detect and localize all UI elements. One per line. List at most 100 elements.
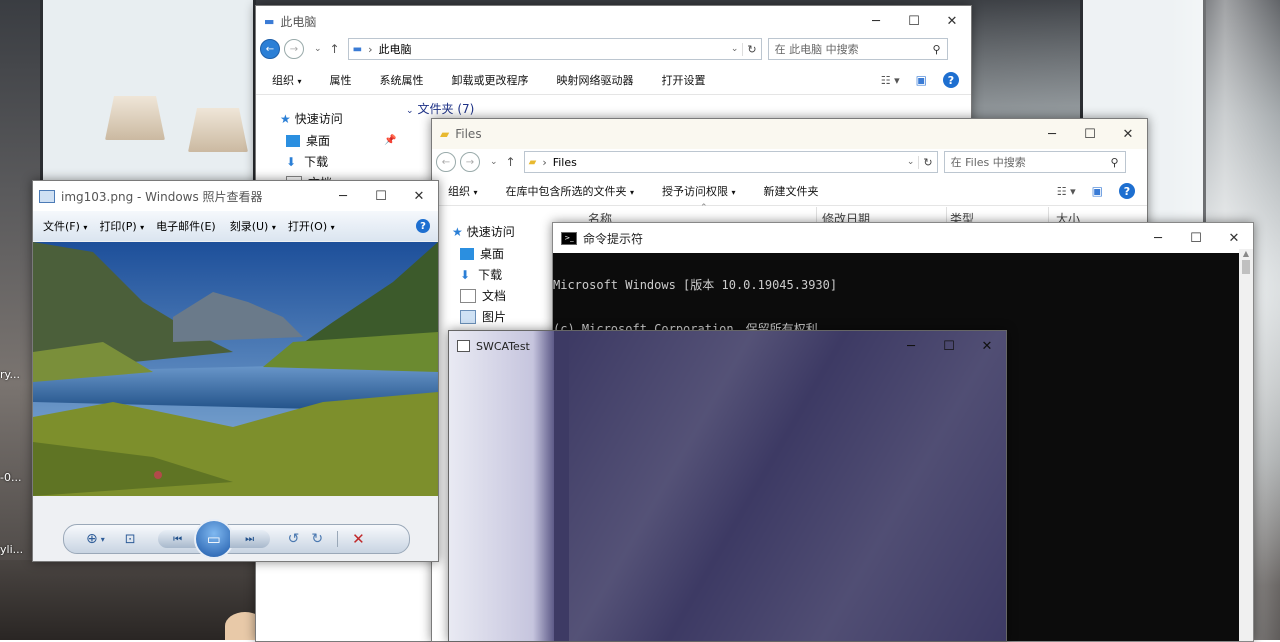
- close-button[interactable]: ✕: [1109, 119, 1147, 149]
- chevron-down-icon[interactable]: ⌄: [907, 157, 915, 167]
- title-bar[interactable]: SWCATest ─ ☐ ✕: [449, 331, 1006, 361]
- back-arrow-icon[interactable]: ←: [260, 39, 280, 59]
- refresh-icon[interactable]: ↻: [742, 42, 757, 56]
- search-placeholder: 在 Files 中搜索: [950, 156, 1026, 169]
- computer-icon: ▬: [352, 43, 363, 55]
- minimize-button[interactable]: ─: [1033, 119, 1071, 149]
- folder-icon: ▰: [440, 127, 450, 141]
- close-button[interactable]: ✕: [968, 331, 1006, 361]
- nav-label: 桌面: [480, 247, 505, 261]
- menu-email[interactable]: 电子邮件(E): [156, 218, 216, 234]
- nav-item-quick-access[interactable]: ★ 快速访问: [280, 110, 343, 127]
- address-bar[interactable]: ▬ › 此电脑 ⌄ ↻: [347, 38, 762, 60]
- picture-icon: [460, 309, 476, 324]
- up-arrow-icon[interactable]: ↑: [330, 42, 340, 56]
- nav-item-desktop[interactable]: 桌面: [460, 245, 504, 262]
- preview-pane-icon[interactable]: ▣: [1092, 184, 1103, 198]
- ribbon-open-settings[interactable]: 打开设置: [648, 72, 720, 88]
- search-input[interactable]: 在 Files 中搜索 ⚲: [943, 151, 1126, 173]
- wallpaper-lamp: [105, 96, 165, 140]
- up-arrow-icon[interactable]: ↑: [506, 155, 516, 169]
- image-preview: [33, 242, 438, 496]
- scroll-up-icon[interactable]: ▲: [1239, 249, 1253, 258]
- view-options-icon[interactable]: ☷ ▾: [881, 74, 900, 87]
- search-input[interactable]: 在 此电脑 中搜索 ⚲: [767, 38, 948, 60]
- nav-label: 图片: [482, 310, 507, 324]
- rotate-left-icon[interactable]: ↺: [288, 531, 300, 547]
- title-bar[interactable]: ▬ 此电脑 ─ ☐ ✕: [256, 6, 971, 36]
- address-bar[interactable]: ▰ › Files ⌄ ↻: [523, 151, 938, 173]
- menu-label: 打开(O): [287, 220, 328, 233]
- ribbon-system-properties[interactable]: 系统属性: [366, 72, 438, 88]
- maximize-button[interactable]: ☐: [895, 6, 933, 36]
- nav-item-pictures[interactable]: 图片: [460, 308, 506, 325]
- forward-arrow-icon[interactable]: →: [284, 39, 304, 59]
- menu-open[interactable]: 打开(O) ▾: [288, 218, 335, 234]
- window-title: SWCATest: [476, 339, 530, 353]
- ribbon-organize[interactable]: 组织 ▾: [434, 183, 492, 199]
- slideshow-icon[interactable]: ▭: [193, 519, 234, 559]
- ribbon-uninstall[interactable]: 卸载或更改程序: [438, 72, 543, 88]
- acrylic-overlay: [569, 331, 1006, 641]
- folders-section-header[interactable]: ⌄ 文件夹 (7): [406, 100, 474, 117]
- nav-item-downloads[interactable]: ⬇ 下载: [286, 153, 328, 170]
- ribbon-include-in-library[interactable]: 在库中包含所选的文件夹 ▾: [492, 183, 649, 199]
- preview-pane-icon[interactable]: ▣: [916, 73, 927, 87]
- rotate-right-icon[interactable]: ↻: [311, 531, 323, 547]
- nav-item-documents[interactable]: 文档: [460, 287, 506, 304]
- vertical-scrollbar[interactable]: ▲: [1239, 249, 1253, 641]
- menu-print[interactable]: 打印(P) ▾: [99, 218, 144, 234]
- terminal-line: Microsoft Windows [版本 10.0.19045.3930]: [553, 278, 838, 292]
- menu-burn[interactable]: 刻录(U) ▾: [230, 218, 276, 234]
- forward-arrow-icon[interactable]: →: [460, 152, 480, 172]
- help-icon[interactable]: ?: [416, 219, 430, 233]
- nav-label: 桌面: [306, 134, 331, 148]
- desktop-icon-label[interactable]: yli...: [0, 543, 23, 556]
- chevron-down-icon[interactable]: ⌄: [490, 157, 498, 167]
- minimize-button[interactable]: ─: [324, 181, 362, 211]
- previous-icon[interactable]: ⏮: [157, 530, 198, 548]
- ribbon-share-with[interactable]: 授予访问权限 ▾: [648, 183, 750, 199]
- ribbon-map-drive[interactable]: 映射网络驱动器: [543, 72, 648, 88]
- title-bar[interactable]: img103.png - Windows 照片查看器 ─ ☐ ✕: [33, 181, 438, 211]
- desktop-icon-label[interactable]: -0...: [0, 471, 21, 484]
- help-icon[interactable]: ?: [943, 72, 959, 88]
- view-options-icon[interactable]: ☷ ▾: [1057, 185, 1076, 198]
- close-button[interactable]: ✕: [933, 6, 971, 36]
- menu-file[interactable]: 文件(F) ▾: [43, 218, 87, 234]
- title-bar[interactable]: ▰ Files ─ ☐ ✕: [432, 119, 1147, 149]
- blurred-panel: [449, 331, 554, 641]
- maximize-button[interactable]: ☐: [1071, 119, 1109, 149]
- window-title: img103.png - Windows 照片查看器: [61, 189, 263, 204]
- scrollbar-thumb[interactable]: [1242, 260, 1250, 274]
- breadcrumb[interactable]: 此电脑: [378, 41, 411, 57]
- delete-icon[interactable]: ✕: [352, 530, 365, 548]
- image-file-icon: [39, 189, 55, 203]
- maximize-button[interactable]: ☐: [362, 181, 400, 211]
- chevron-down-icon[interactable]: ⌄: [731, 44, 739, 54]
- swca-test-window[interactable]: SWCATest ─ ☐ ✕: [448, 330, 1007, 642]
- desktop-icon-label[interactable]: ry...: [0, 368, 20, 381]
- zoom-icon[interactable]: ⊕: [86, 531, 98, 547]
- minimize-button[interactable]: ─: [892, 331, 930, 361]
- actual-size-icon[interactable]: ⊡: [125, 532, 136, 547]
- refresh-icon[interactable]: ↻: [918, 155, 933, 169]
- photo-viewer-window[interactable]: img103.png - Windows 照片查看器 ─ ☐ ✕ 文件(F) ▾…: [32, 180, 439, 562]
- maximize-button[interactable]: ☐: [930, 331, 968, 361]
- chevron-down-icon[interactable]: ▾: [101, 535, 105, 544]
- ribbon-new-folder[interactable]: 新建文件夹: [750, 183, 833, 199]
- help-icon[interactable]: ?: [1119, 183, 1135, 199]
- nav-item-desktop[interactable]: 桌面 📌: [286, 132, 396, 149]
- close-button[interactable]: ✕: [400, 181, 438, 211]
- back-arrow-icon[interactable]: ←: [436, 152, 456, 172]
- ribbon-properties[interactable]: 属性: [316, 72, 366, 88]
- ribbon-organize[interactable]: 组织 ▾: [258, 72, 316, 88]
- menu-label: 文件(F): [43, 220, 80, 233]
- minimize-button[interactable]: ─: [857, 6, 895, 36]
- breadcrumb[interactable]: Files: [553, 156, 577, 169]
- nav-item-quick-access[interactable]: ★ 快速访问: [452, 223, 515, 240]
- chevron-down-icon[interactable]: ⌄: [314, 44, 322, 54]
- nav-item-downloads[interactable]: ⬇ 下载: [460, 266, 502, 283]
- star-icon: ★: [280, 111, 291, 126]
- next-icon[interactable]: ⏭: [229, 530, 270, 548]
